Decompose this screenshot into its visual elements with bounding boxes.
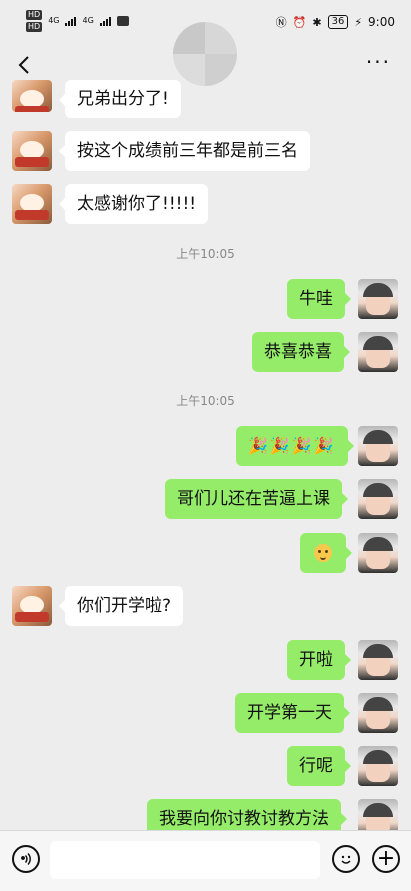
chat-bubble-right[interactable]: 行呢 bbox=[287, 746, 351, 786]
voice-waves-icon bbox=[21, 852, 31, 866]
charging-icon: ⚡ bbox=[354, 15, 363, 29]
my-avatar[interactable] bbox=[358, 426, 398, 466]
emoji-icon[interactable] bbox=[332, 845, 360, 873]
chat-bubble-right[interactable]: 牛哇 bbox=[287, 279, 351, 319]
more-options-icon[interactable]: ··· bbox=[366, 52, 391, 72]
alarm-icon: ⏰ bbox=[292, 15, 307, 29]
friend-avatar[interactable] bbox=[12, 131, 52, 171]
chat-input-bar: + bbox=[0, 830, 411, 891]
my-avatar[interactable] bbox=[358, 279, 398, 319]
smiley-face-icon bbox=[341, 855, 351, 864]
chat-bubble-right[interactable]: 🎉🎉🎉🎉 bbox=[236, 426, 354, 466]
friend-avatar[interactable] bbox=[12, 80, 52, 112]
chat-bubble-right[interactable]: 恭喜恭喜 bbox=[252, 332, 350, 372]
chat-bubble-right[interactable]: 开啦 bbox=[287, 640, 351, 680]
friend-avatar[interactable] bbox=[12, 586, 52, 626]
network-type-2: 4G bbox=[82, 16, 94, 25]
back-chevron-icon[interactable] bbox=[14, 54, 36, 76]
message-timestamp: 上午10:05 bbox=[176, 247, 235, 261]
network-type-1: 4G bbox=[48, 16, 60, 25]
message-input[interactable] bbox=[50, 841, 320, 879]
chat-bubble-left[interactable]: 按这个成绩前三年都是前三名 bbox=[59, 131, 310, 171]
my-avatar[interactable] bbox=[358, 640, 398, 680]
voice-input-icon[interactable] bbox=[12, 845, 40, 873]
my-avatar[interactable] bbox=[358, 479, 398, 519]
bluetooth-icon: ✱ bbox=[312, 15, 322, 29]
my-avatar[interactable] bbox=[358, 746, 398, 786]
plus-icon[interactable]: + bbox=[372, 845, 400, 873]
smile-emoji-icon bbox=[314, 544, 332, 562]
chat-bubble-right[interactable]: 开学第一天 bbox=[235, 693, 350, 733]
battery-icon: 36 bbox=[327, 15, 349, 29]
friend-avatar[interactable] bbox=[12, 184, 52, 224]
my-avatar[interactable] bbox=[358, 533, 398, 573]
my-avatar[interactable] bbox=[358, 332, 398, 372]
chat-bubble-left[interactable]: 兄弟出分了! bbox=[59, 80, 181, 118]
message-timestamp: 上午10:05 bbox=[176, 394, 235, 408]
chat-bubble-right[interactable]: 哥们儿还在苦逼上课 bbox=[165, 479, 348, 519]
my-avatar[interactable] bbox=[358, 693, 398, 733]
signal-bars-icon-2 bbox=[99, 16, 111, 26]
contact-avatar[interactable] bbox=[173, 22, 237, 86]
status-time: 9:00 bbox=[368, 15, 395, 29]
chat-bubble-right[interactable] bbox=[300, 533, 352, 573]
chat-bubble-left[interactable]: 你们开学啦? bbox=[58, 586, 184, 626]
hd-indicator-1: HD bbox=[26, 10, 43, 20]
app-notification-icon bbox=[116, 16, 129, 26]
status-left: HD HD 4G 4G bbox=[26, 10, 129, 32]
chat-bubble-left[interactable]: 太感谢你了!!!!! bbox=[58, 184, 209, 224]
status-right: Ⓝ ⏰ ✱ 36 ⚡ 9:00 bbox=[276, 14, 395, 30]
hd-indicator-2: HD bbox=[26, 22, 43, 32]
signal-bars-icon-1 bbox=[65, 16, 77, 26]
party-popper-emoji: 🎉🎉🎉🎉 bbox=[248, 436, 336, 455]
nfc-icon: Ⓝ bbox=[275, 16, 287, 29]
